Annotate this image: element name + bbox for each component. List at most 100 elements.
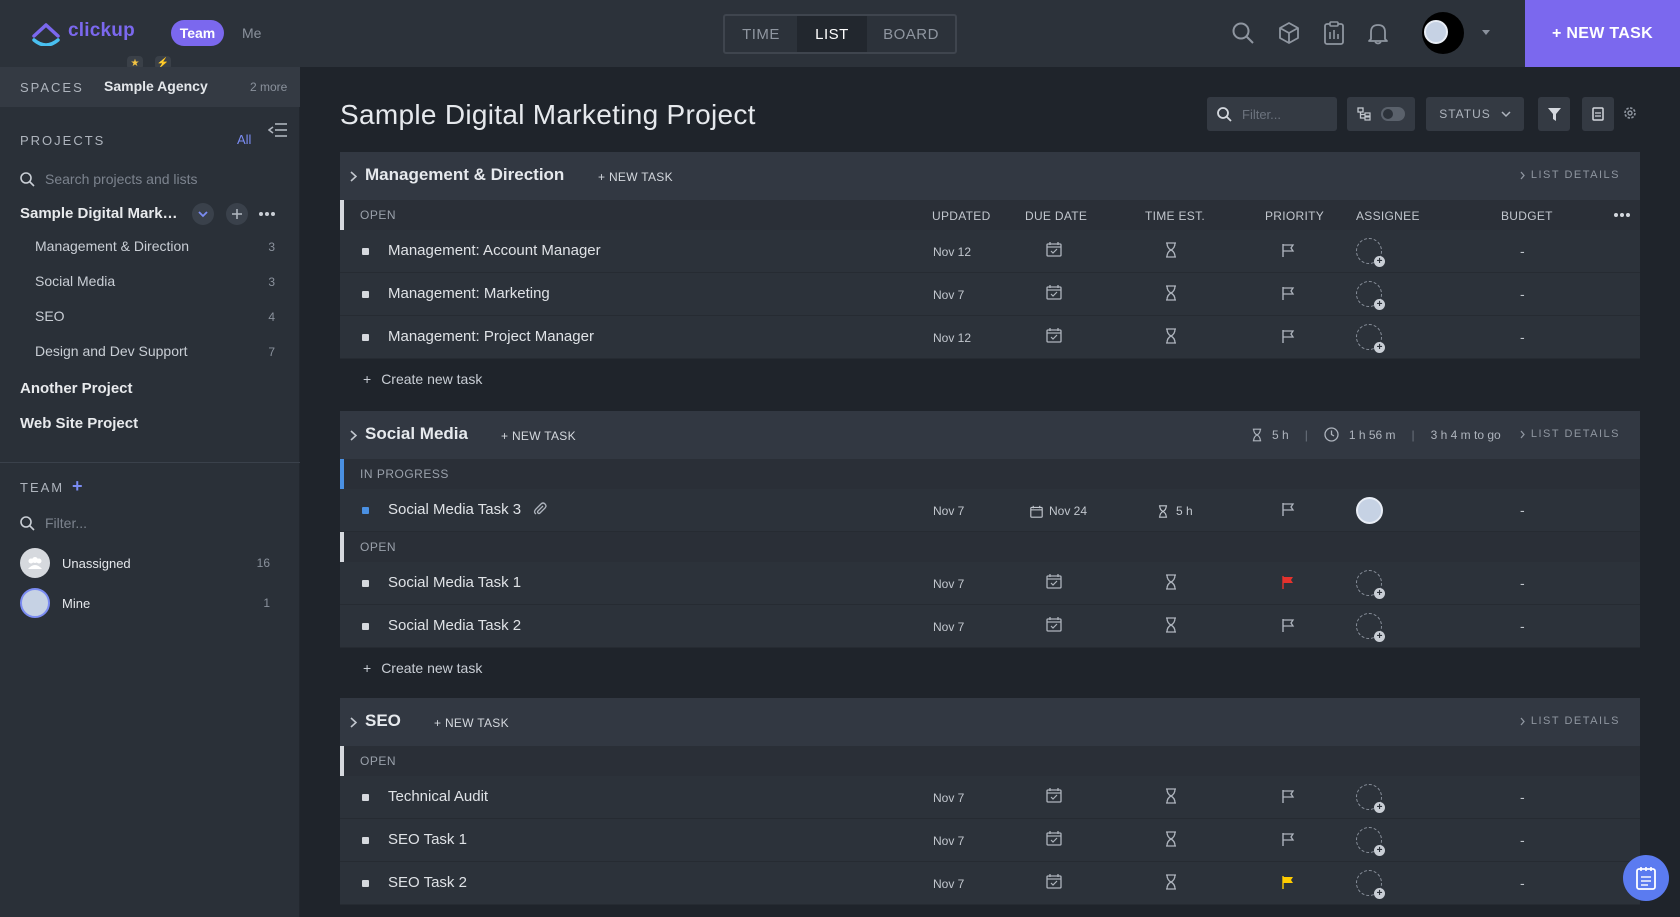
- status-square[interactable]: [362, 291, 369, 298]
- create-new-task-link[interactable]: + Create new task: [363, 371, 482, 387]
- section-title[interactable]: Management & Direction: [365, 165, 564, 185]
- task-name[interactable]: Social Media Task 1: [388, 574, 521, 591]
- project-more-menu[interactable]: [258, 207, 276, 221]
- sidebar-list-design-dev[interactable]: Design and Dev Support 7: [35, 343, 275, 359]
- column-priority[interactable]: PRIORITY: [1265, 209, 1324, 223]
- status-square[interactable]: [362, 623, 369, 630]
- clickup-logo[interactable]: clickup: [30, 16, 135, 46]
- task-row[interactable]: Technical Audit Nov 7 + -: [340, 776, 1640, 819]
- calendar-icon[interactable]: [1046, 327, 1062, 343]
- add-assignee-icon[interactable]: +: [1356, 784, 1385, 813]
- task-name[interactable]: Management: Account Manager: [388, 242, 601, 259]
- task-name[interactable]: SEO Task 1: [388, 831, 467, 848]
- column-updated[interactable]: UPDATED: [932, 209, 991, 223]
- hourglass-icon[interactable]: [1165, 574, 1177, 590]
- tab-me[interactable]: Me: [242, 25, 261, 41]
- task-row[interactable]: SEO Task 2 Nov 7 + -: [340, 862, 1640, 905]
- chevron-right-icon[interactable]: [350, 171, 357, 182]
- chevron-right-icon[interactable]: [350, 430, 357, 441]
- sidebar-list-seo[interactable]: SEO 4: [35, 308, 275, 324]
- flag-icon[interactable]: [1281, 286, 1295, 301]
- chevron-right-icon[interactable]: [350, 717, 357, 728]
- space-name[interactable]: Sample Agency: [104, 78, 208, 94]
- calendar-icon[interactable]: [1046, 241, 1062, 257]
- create-task-row[interactable]: + Create new task: [340, 359, 1640, 399]
- export-button[interactable]: [1582, 97, 1614, 131]
- hourglass-icon[interactable]: [1165, 242, 1177, 258]
- toggle-switch[interactable]: [1381, 107, 1405, 121]
- flag-icon[interactable]: [1281, 329, 1295, 344]
- urgent-flag-icon[interactable]: [1281, 575, 1295, 590]
- search-icon[interactable]: [1229, 19, 1257, 47]
- task-row[interactable]: Management: Project Manager Nov 12 + -: [340, 316, 1640, 359]
- task-filter[interactable]: Filter...: [1207, 97, 1337, 131]
- flag-icon[interactable]: [1281, 502, 1295, 517]
- notepad-button[interactable]: [1623, 855, 1669, 901]
- task-row[interactable]: Management: Account Manager Nov 12 + -: [340, 230, 1640, 273]
- section-title[interactable]: Social Media: [365, 424, 468, 444]
- collapse-sidebar-icon[interactable]: [268, 121, 288, 139]
- task-row[interactable]: Social Media Task 1 Nov 7 + -: [340, 562, 1640, 605]
- create-task-row[interactable]: + Create new task: [340, 648, 1640, 688]
- clipboard-icon[interactable]: [1320, 19, 1348, 47]
- task-name[interactable]: SEO Task 2: [388, 874, 467, 891]
- view-board[interactable]: BOARD: [867, 16, 955, 52]
- task-name[interactable]: Social Media Task 3: [388, 501, 547, 518]
- current-project[interactable]: Sample Digital Marke...: [20, 205, 180, 222]
- calendar-icon[interactable]: [1046, 787, 1062, 803]
- add-assignee-icon[interactable]: +: [1356, 870, 1385, 899]
- task-due-date[interactable]: Nov 24: [1030, 504, 1087, 518]
- list-details-link[interactable]: LIST DETAILS: [1520, 169, 1620, 181]
- tab-team[interactable]: Team: [171, 20, 224, 46]
- projects-all-link[interactable]: All: [237, 132, 251, 147]
- column-budget[interactable]: BUDGET: [1501, 209, 1553, 223]
- flag-icon[interactable]: [1281, 618, 1295, 633]
- sidebar-project-website[interactable]: Web Site Project: [20, 415, 138, 432]
- bell-icon[interactable]: [1364, 19, 1392, 47]
- status-square[interactable]: [362, 837, 369, 844]
- add-assignee-icon[interactable]: +: [1356, 570, 1385, 599]
- add-assignee-icon[interactable]: +: [1356, 827, 1385, 856]
- task-row[interactable]: Management: Marketing Nov 7 + -: [340, 273, 1640, 316]
- status-square[interactable]: [362, 880, 369, 887]
- task-name[interactable]: Social Media Task 2: [388, 617, 521, 634]
- task-row[interactable]: SEO Task 1 Nov 7 + -: [340, 819, 1640, 862]
- column-assignee[interactable]: ASSIGNEE: [1356, 209, 1420, 223]
- hourglass-icon[interactable]: [1165, 874, 1177, 890]
- task-name[interactable]: Management: Marketing: [388, 285, 550, 302]
- calendar-icon[interactable]: [1046, 616, 1062, 632]
- status-square[interactable]: [362, 334, 369, 341]
- chevron-down-icon[interactable]: [1482, 30, 1490, 35]
- task-row[interactable]: Social Media Task 3 Nov 7 Nov 24 5 h -: [340, 489, 1640, 532]
- calendar-icon[interactable]: [1046, 830, 1062, 846]
- column-due-date[interactable]: DUE DATE: [1025, 209, 1087, 223]
- cube-icon[interactable]: [1275, 19, 1303, 47]
- add-team-member-button[interactable]: +: [72, 476, 83, 497]
- task-time-estimate[interactable]: 5 h: [1158, 504, 1193, 518]
- flag-icon[interactable]: [1281, 243, 1295, 258]
- user-avatar[interactable]: [1422, 12, 1464, 54]
- task-name[interactable]: Management: Project Manager: [388, 328, 594, 345]
- column-time-estimate[interactable]: TIME EST.: [1145, 209, 1205, 223]
- list-details-link[interactable]: LIST DETAILS: [1520, 715, 1620, 727]
- add-assignee-icon[interactable]: +: [1356, 281, 1385, 310]
- status-dropdown[interactable]: STATUS: [1426, 97, 1524, 131]
- calendar-icon[interactable]: [1046, 573, 1062, 589]
- paperclip-icon[interactable]: [533, 502, 547, 516]
- task-row[interactable]: Social Media Task 2 Nov 7 + -: [340, 605, 1640, 648]
- status-square[interactable]: [362, 507, 369, 514]
- column-options-menu[interactable]: [1614, 213, 1630, 217]
- status-square[interactable]: [362, 794, 369, 801]
- project-search[interactable]: Search projects and lists: [20, 171, 198, 187]
- subtasks-toggle[interactable]: [1347, 97, 1415, 131]
- project-dropdown-button[interactable]: [192, 203, 214, 225]
- sidebar-project-another[interactable]: Another Project: [20, 380, 133, 397]
- calendar-icon[interactable]: [1046, 284, 1062, 300]
- high-priority-flag-icon[interactable]: [1281, 875, 1295, 890]
- list-details-link[interactable]: LIST DETAILS: [1520, 428, 1620, 440]
- create-new-task-link[interactable]: + Create new task: [363, 660, 482, 676]
- hourglass-icon[interactable]: [1165, 285, 1177, 301]
- add-list-button[interactable]: [226, 203, 248, 225]
- assignee-avatar[interactable]: [1356, 497, 1383, 524]
- sidebar-list-management[interactable]: Management & Direction 3: [35, 238, 275, 254]
